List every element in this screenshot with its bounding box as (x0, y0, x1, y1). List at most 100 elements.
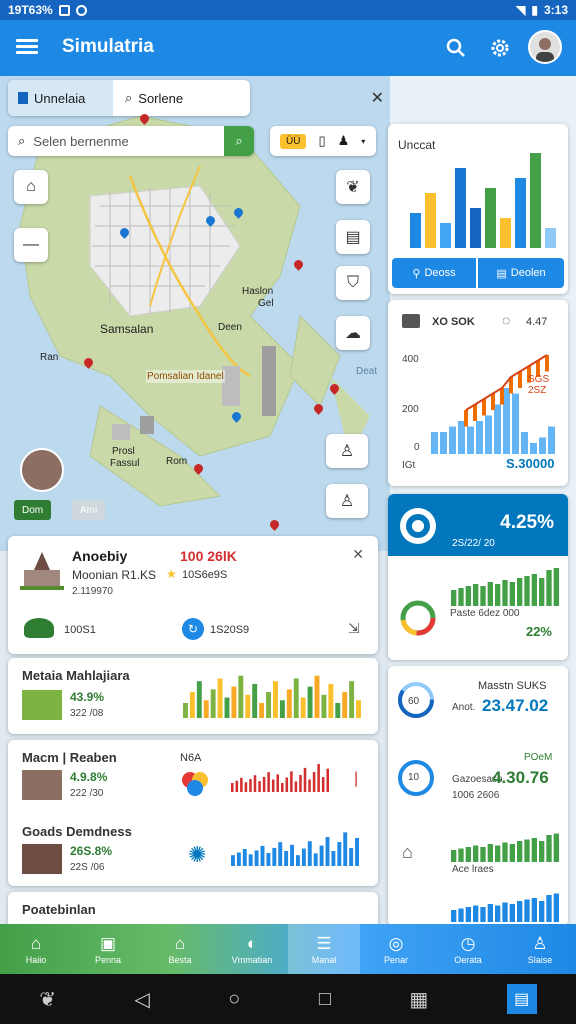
layers-icon[interactable]: ▯ (318, 133, 325, 149)
list-bar (252, 683, 258, 718)
right-list-item[interactable]: 10 POeM Gazoesaso 4.30.76 1006 2606 (388, 740, 568, 820)
list-icon: ☰ (316, 934, 332, 953)
status-time-left: 19T63% (8, 3, 53, 17)
list-bar (240, 777, 243, 792)
nav-item-2[interactable]: ▣ Penna (72, 924, 144, 974)
avatar[interactable] (528, 30, 562, 64)
list-bar (183, 703, 188, 718)
stat-bar (515, 178, 526, 248)
stat-bar (545, 228, 556, 248)
chip-badge[interactable]: ÜÜ (280, 133, 307, 149)
app-screen: { "status_bar": {"time_left": "19T63%", … (0, 0, 576, 1024)
list-item[interactable]: Metaia Mahlajiara 43.9% 322 /08 (8, 658, 378, 734)
kpi-bar (465, 586, 471, 606)
kpi-label: Paste 6dez 000 (450, 608, 520, 619)
chip-dom[interactable]: Dom (14, 500, 52, 520)
list-bar (285, 777, 289, 792)
nav-item-3[interactable]: ⌂ Besta (144, 924, 216, 974)
home-icon: ⌂ (30, 934, 42, 953)
map-view[interactable]: Unnelaia ⌕ Sorlene ✕ ⌕ Selen bernenme ⌕ … (0, 76, 390, 551)
chart-bar (485, 415, 492, 454)
mini-bar (495, 905, 501, 922)
nav-label: Penna (94, 955, 122, 965)
comment-icon[interactable]: ◌ (502, 312, 510, 328)
nav-item-8[interactable]: ♙ Slaise (504, 924, 576, 974)
list-item-pct: 43.9% (70, 690, 105, 704)
list-thumbnail (22, 690, 62, 720)
share-icon[interactable]: ⇲ (348, 620, 360, 637)
kpi-bar (451, 590, 457, 606)
detail-name: Anoebiy (72, 548, 128, 564)
search-icon[interactable] (444, 36, 468, 60)
list-bar (301, 848, 306, 866)
list-bar (245, 694, 251, 718)
list-bar (335, 703, 341, 718)
list-bar (317, 763, 320, 792)
stat-bar (440, 223, 451, 248)
nav-item-6[interactable]: ◎ Penar (360, 924, 432, 974)
list-bar (349, 848, 354, 866)
refresh-icon[interactable]: ↻ (182, 618, 204, 640)
building-icon (18, 92, 28, 104)
users-icon[interactable]: ♟ (338, 133, 350, 149)
nav-item-5[interactable]: ☰ Manal (288, 924, 360, 974)
building-icon[interactable]: ▤ (336, 220, 370, 254)
location-photo[interactable] (20, 448, 64, 492)
map-label: Samsalan (100, 322, 154, 336)
mini-bar (465, 907, 471, 922)
list-item-title: Goads Demdness (22, 824, 132, 839)
gear-icon[interactable] (488, 36, 512, 60)
app-icon[interactable]: ▦ (409, 987, 428, 1012)
person-icon[interactable]: ♙ (326, 484, 368, 518)
list-item[interactable]: Goads Demdness 26S.8% 22S /06 ✺ (8, 814, 378, 886)
shield-icon[interactable]: ⛉ (336, 266, 370, 300)
list-bar (281, 783, 284, 792)
chip-ami[interactable]: Ami (72, 500, 106, 520)
kpi-bar (480, 586, 486, 606)
nav-label: Penar (383, 955, 409, 965)
chevron-down-icon[interactable]: ▾ (361, 137, 365, 146)
trend-mark (545, 355, 549, 372)
kpi-bar (546, 570, 552, 606)
tab-unnelaia[interactable]: Unnelaia (8, 80, 113, 116)
zoom-out-button[interactable]: — (14, 228, 48, 262)
recents-icon[interactable]: □ (319, 988, 331, 1011)
nav-item-home[interactable]: ⌂ Haiio (0, 924, 72, 974)
list-bar (279, 700, 285, 718)
deoss-button[interactable]: ⚲ Deoss (392, 258, 476, 288)
chart-bar (512, 393, 519, 454)
keyboard-icon[interactable]: ▤ (506, 984, 537, 1014)
nav-label: Slaise (527, 955, 553, 965)
list-bar (267, 772, 270, 792)
list-bar (303, 767, 307, 792)
home-circle-icon[interactable]: ○ (228, 988, 240, 1011)
list-bar (319, 845, 324, 866)
map-label: Deat (356, 366, 378, 377)
menu-icon[interactable] (16, 36, 38, 58)
leaf-icon[interactable]: ❦ (336, 170, 370, 204)
map-label: Gel (258, 298, 274, 309)
right-list-item[interactable]: ⌂ Ace lraes (388, 826, 568, 886)
nav-item-4[interactable]: ◐ Vmmatian (216, 924, 288, 974)
leaf-icon[interactable]: ❦ (39, 987, 56, 1012)
home-icon[interactable]: ⌂ (14, 170, 48, 204)
chart-bar (431, 432, 438, 454)
mini-bar (546, 835, 552, 862)
cloud-icon[interactable]: ☁ (336, 316, 370, 350)
search-input[interactable]: ⌕ Selen bernenme ⌕ (8, 126, 254, 156)
list-item[interactable]: Macm | Reaben N6A 4.9.8% 222 /30 | (8, 740, 378, 812)
list-bar-chart (231, 763, 329, 792)
close-icon[interactable]: ✕ (371, 88, 384, 108)
turtle-icon (24, 618, 54, 638)
close-icon[interactable]: ✕ (352, 546, 364, 563)
deolen-button[interactable]: ▤ Deolen (478, 258, 564, 288)
back-icon[interactable]: ◁ (134, 987, 149, 1012)
list-bar (293, 678, 299, 718)
chart-legend: SGS 2SZ (528, 374, 550, 396)
search-submit-button[interactable]: ⌕ (224, 126, 254, 156)
nav-item-7[interactable]: ◷ Oerata (432, 924, 504, 974)
right-list-item[interactable]: 60 Masstn SUKS Anot. 23.47.02 (388, 666, 568, 736)
person-icon[interactable]: ♙ (326, 434, 368, 468)
map-small-search[interactable]: ⌕ Sorlene (113, 90, 183, 106)
stat-bar (470, 208, 481, 248)
